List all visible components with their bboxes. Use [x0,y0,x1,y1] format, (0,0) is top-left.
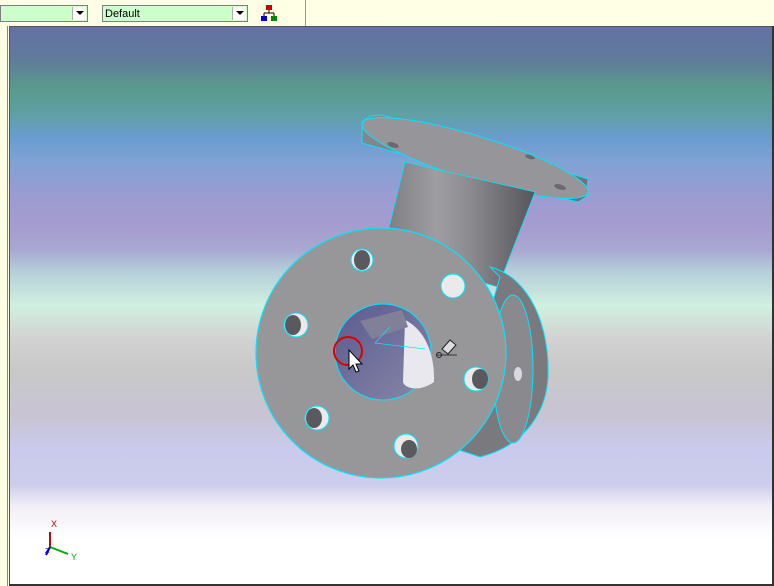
hierarchy-button[interactable] [260,4,278,22]
display-state-combo-value: Default [105,8,140,20]
chevron-down-icon[interactable] [72,7,86,20]
hierarchy-icon [261,5,277,21]
front-flange[interactable] [255,227,507,479]
configuration-combo[interactable] [0,5,88,22]
triad-y-label: Y [71,552,77,562]
chevron-down-icon[interactable] [232,7,246,20]
display-state-combo[interactable]: Default [102,5,248,22]
triad-x-label: X [51,519,57,529]
panel-divider [0,26,8,586]
triad-z-label: Z [45,548,50,555]
toolbar-separator [305,0,306,26]
coordinate-triad: X Y Z [45,519,77,562]
graphics-viewport[interactable]: X Y Z [9,26,772,584]
toolbar: Default [0,0,774,26]
model-view: X Y Z [45,114,589,562]
